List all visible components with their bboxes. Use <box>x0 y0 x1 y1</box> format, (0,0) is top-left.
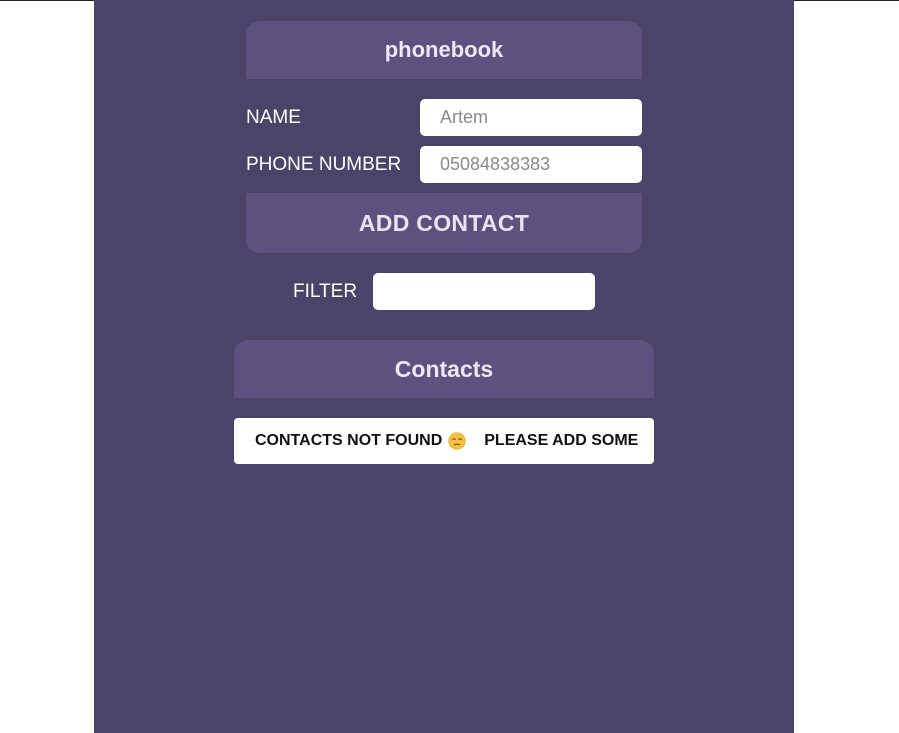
phone-number-input[interactable] <box>420 146 642 183</box>
contacts-title: Contacts <box>394 355 494 382</box>
empty-contacts-message: CONTACTS NOT FOUND PLEASE ADD SOME <box>234 418 654 464</box>
phonebook-header: phonebook <box>246 21 642 79</box>
name-label: NAME <box>246 107 301 128</box>
filter-label: FILTER <box>293 281 358 302</box>
name-input[interactable] <box>420 99 642 136</box>
empty-message-hint: PLEASE ADD SOME <box>484 432 639 449</box>
unamused-face-icon <box>448 432 466 450</box>
filter-input[interactable] <box>373 273 595 310</box>
empty-message-text: CONTACTS NOT FOUND <box>255 432 443 449</box>
phonebook-app: phonebook NAME PHONE NUMBER ADD CONTACT … <box>94 0 794 733</box>
add-contact-button[interactable]: ADD CONTACT <box>246 193 642 253</box>
contacts-header: Contacts <box>234 340 654 398</box>
page-title: phonebook <box>384 37 504 62</box>
phone-number-label: PHONE NUMBER <box>246 154 402 175</box>
